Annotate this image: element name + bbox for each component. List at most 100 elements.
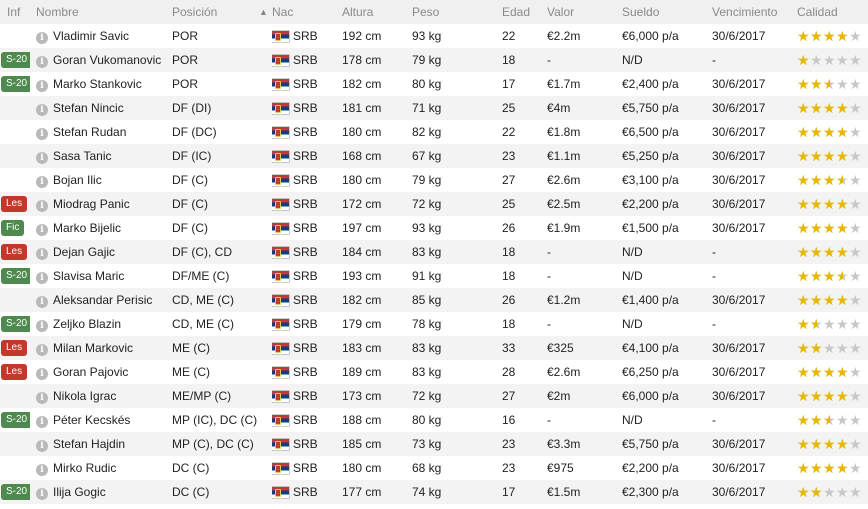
status-badge[interactable]: S-20 [1,316,30,332]
player-weight: 71 kg [412,101,442,115]
table-row[interactable]: S-20 i Goran Vukomanovic POR SRB 178 cm 79 kg 1… [0,48,868,72]
player-name[interactable]: Zeljko Blazin [53,312,168,336]
header-nationality[interactable]: Nac [272,0,293,24]
status-badge[interactable]: S-20 [1,484,30,500]
table-row[interactable]: i Vladimir Savic POR SRB 192 cm 93 kg 22 €2.2m €… [0,24,868,48]
status-badge[interactable]: Les [1,340,28,356]
info-icon[interactable]: i [36,176,48,188]
player-name[interactable]: Goran Vukomanovic [53,48,168,72]
info-icon[interactable]: i [36,200,48,212]
serbia-flag-icon [272,247,289,258]
header-height[interactable]: Altura [342,0,402,24]
info-icon[interactable]: i [36,296,48,308]
header-weight[interactable]: Peso [412,0,472,24]
player-name[interactable]: Bojan Ilic [53,168,168,192]
table-row[interactable]: S-20 i Zeljko Blazin CD, ME (C) SRB 179 cm 78 … [0,312,868,336]
table-row[interactable]: Les i Milan Markovic ME (C) SRB 183 cm 83 kg 33… [0,336,868,360]
serbia-flag-icon [272,271,289,282]
info-icon[interactable]: i [36,488,48,500]
table-row[interactable]: i Stefan Rudan DF (DC) SRB 180 cm 82 kg 22 €1.8… [0,120,868,144]
status-badge[interactable]: S-20 [1,268,30,284]
table-row[interactable]: S-20 i Slavisa Maric DF/ME (C) SRB 193 cm 91 k… [0,264,868,288]
quality-rating: ★ ★ ★ ★ ★ ★ ★ ★ ★ [797,24,868,48]
table-row[interactable]: Fic i Marko Bijelic DF (C) SRB 197 cm 93 kg 26 €… [0,216,868,240]
table-row[interactable]: i Mirko Rudic DC (C) SRB 180 cm 68 kg 23 €975 €2… [0,456,868,480]
player-name[interactable]: Stefan Rudan [53,120,168,144]
player-contract-expiry: 30/6/2017 [712,437,766,451]
table-row[interactable]: Les i Goran Pajovic ME (C) SRB 189 cm 83 kg 28 €… [0,360,868,384]
status-badge[interactable]: S-20 [1,52,30,68]
quality-rating: ★ ★ ★ ★ ★ ★ ★ ★ ★ [797,120,868,144]
player-name[interactable]: Marko Bijelic [53,216,168,240]
header-position[interactable]: Posición [172,0,268,24]
player-name[interactable]: Stefan Nincic [53,96,168,120]
info-icon[interactable]: i [36,80,48,92]
player-name[interactable]: Stefan Hajdin [53,432,168,456]
info-icon[interactable]: i [36,56,48,68]
table-row[interactable]: S-20 i Ilija Gogic DC (C) SRB 177 cm 74 kg 17 €1… [0,480,868,504]
player-height: 172 cm [342,197,382,211]
status-badge[interactable]: Les [1,196,28,212]
info-icon[interactable]: i [36,440,48,452]
star-icon: ★ [849,364,862,380]
table-row[interactable]: S-20 i Marko Stankovic POR SRB 182 cm 80 kg 17 €… [0,72,868,96]
player-wage: €6,000 p/a [622,389,679,403]
player-contract-expiry: 30/6/2017 [712,461,766,475]
player-name[interactable]: Sasa Tanic [53,144,168,168]
info-icon[interactable]: i [36,344,48,356]
header-value[interactable]: Valor [547,0,617,24]
player-name[interactable]: Ilija Gogic [53,480,168,504]
status-badge[interactable]: S-20 [1,412,30,428]
status-badge[interactable]: Fic [1,220,25,236]
header-expiry[interactable]: Vencimiento [712,0,797,24]
info-icon[interactable]: i [36,320,48,332]
player-name[interactable]: Mirko Rudic [53,456,168,480]
header-wage[interactable]: Sueldo [622,0,707,24]
table-row[interactable]: S-20 i Péter Kecskés MP (IC), DC (C) SRB 188 … [0,408,868,432]
info-icon[interactable]: i [36,416,48,428]
player-position: DC (C) [172,461,210,475]
info-icon[interactable]: i [36,128,48,140]
star-icon: ★ ★ [823,28,836,44]
header-quality[interactable]: Calidad [797,0,868,24]
info-icon[interactable]: i [36,248,48,260]
table-row[interactable]: i Stefan Nincic DF (DI) SRB 181 cm 71 kg 25 €4m… [0,96,868,120]
status-badge[interactable]: Les [1,244,28,260]
info-icon[interactable]: i [36,224,48,236]
info-icon[interactable]: i [36,368,48,380]
info-cell: i [36,240,50,264]
player-name[interactable]: Slavisa Maric [53,264,168,288]
info-icon[interactable]: i [36,272,48,284]
flag-cell [272,168,290,192]
player-name[interactable]: Goran Pajovic [53,360,168,384]
star-icon: ★ [849,196,862,212]
table-row[interactable]: i Sasa Tanic DF (IC) SRB 168 cm 67 kg 23 €1.1m €… [0,144,868,168]
table-row[interactable]: i Aleksandar Perisic CD, ME (C) SRB 182 cm 85… [0,288,868,312]
info-icon[interactable]: i [36,464,48,476]
star-icon: ★ [836,340,849,356]
player-name[interactable]: Milan Markovic [53,336,168,360]
table-row[interactable]: i Stefan Hajdin MP (C), DC (C) SRB 185 cm 73 … [0,432,868,456]
status-badge[interactable]: S-20 [1,76,30,92]
serbia-flag-icon [272,319,289,330]
player-name[interactable]: Péter Kecskés [53,408,168,432]
player-name[interactable]: Miodrag Panic [53,192,168,216]
quality-rating: ★ ★ ★ ★ ★ ★ ★ ★ ★ [797,216,868,240]
player-name[interactable]: Nikola Igrac [53,384,168,408]
table-row[interactable]: Les i Miodrag Panic DF (C) SRB 172 cm 72 kg 25 €… [0,192,868,216]
player-name[interactable]: Dejan Gajic [53,240,168,264]
info-icon[interactable]: i [36,152,48,164]
header-inf[interactable]: Inf [0,0,37,24]
status-badge[interactable]: Les [1,364,28,380]
table-row[interactable]: Les i Dejan Gajic DF (C), CD SRB 184 cm 83 kg 1… [0,240,868,264]
table-row[interactable]: i Bojan Ilic DF (C) SRB 180 cm 79 kg 27 €2.6m €3… [0,168,868,192]
info-icon[interactable]: i [36,32,48,44]
info-icon[interactable]: i [36,392,48,404]
info-icon[interactable]: i [36,104,48,116]
player-name[interactable]: Aleksandar Perisic [53,288,168,312]
player-name[interactable]: Marko Stankovic [53,72,168,96]
player-name[interactable]: Vladimir Savic [53,24,168,48]
table-row[interactable]: i Nikola Igrac ME/MP (C) SRB 173 cm 72 kg 27 €2… [0,384,868,408]
header-name[interactable]: Nombre [36,0,79,24]
header-age[interactable]: Edad [502,0,532,24]
